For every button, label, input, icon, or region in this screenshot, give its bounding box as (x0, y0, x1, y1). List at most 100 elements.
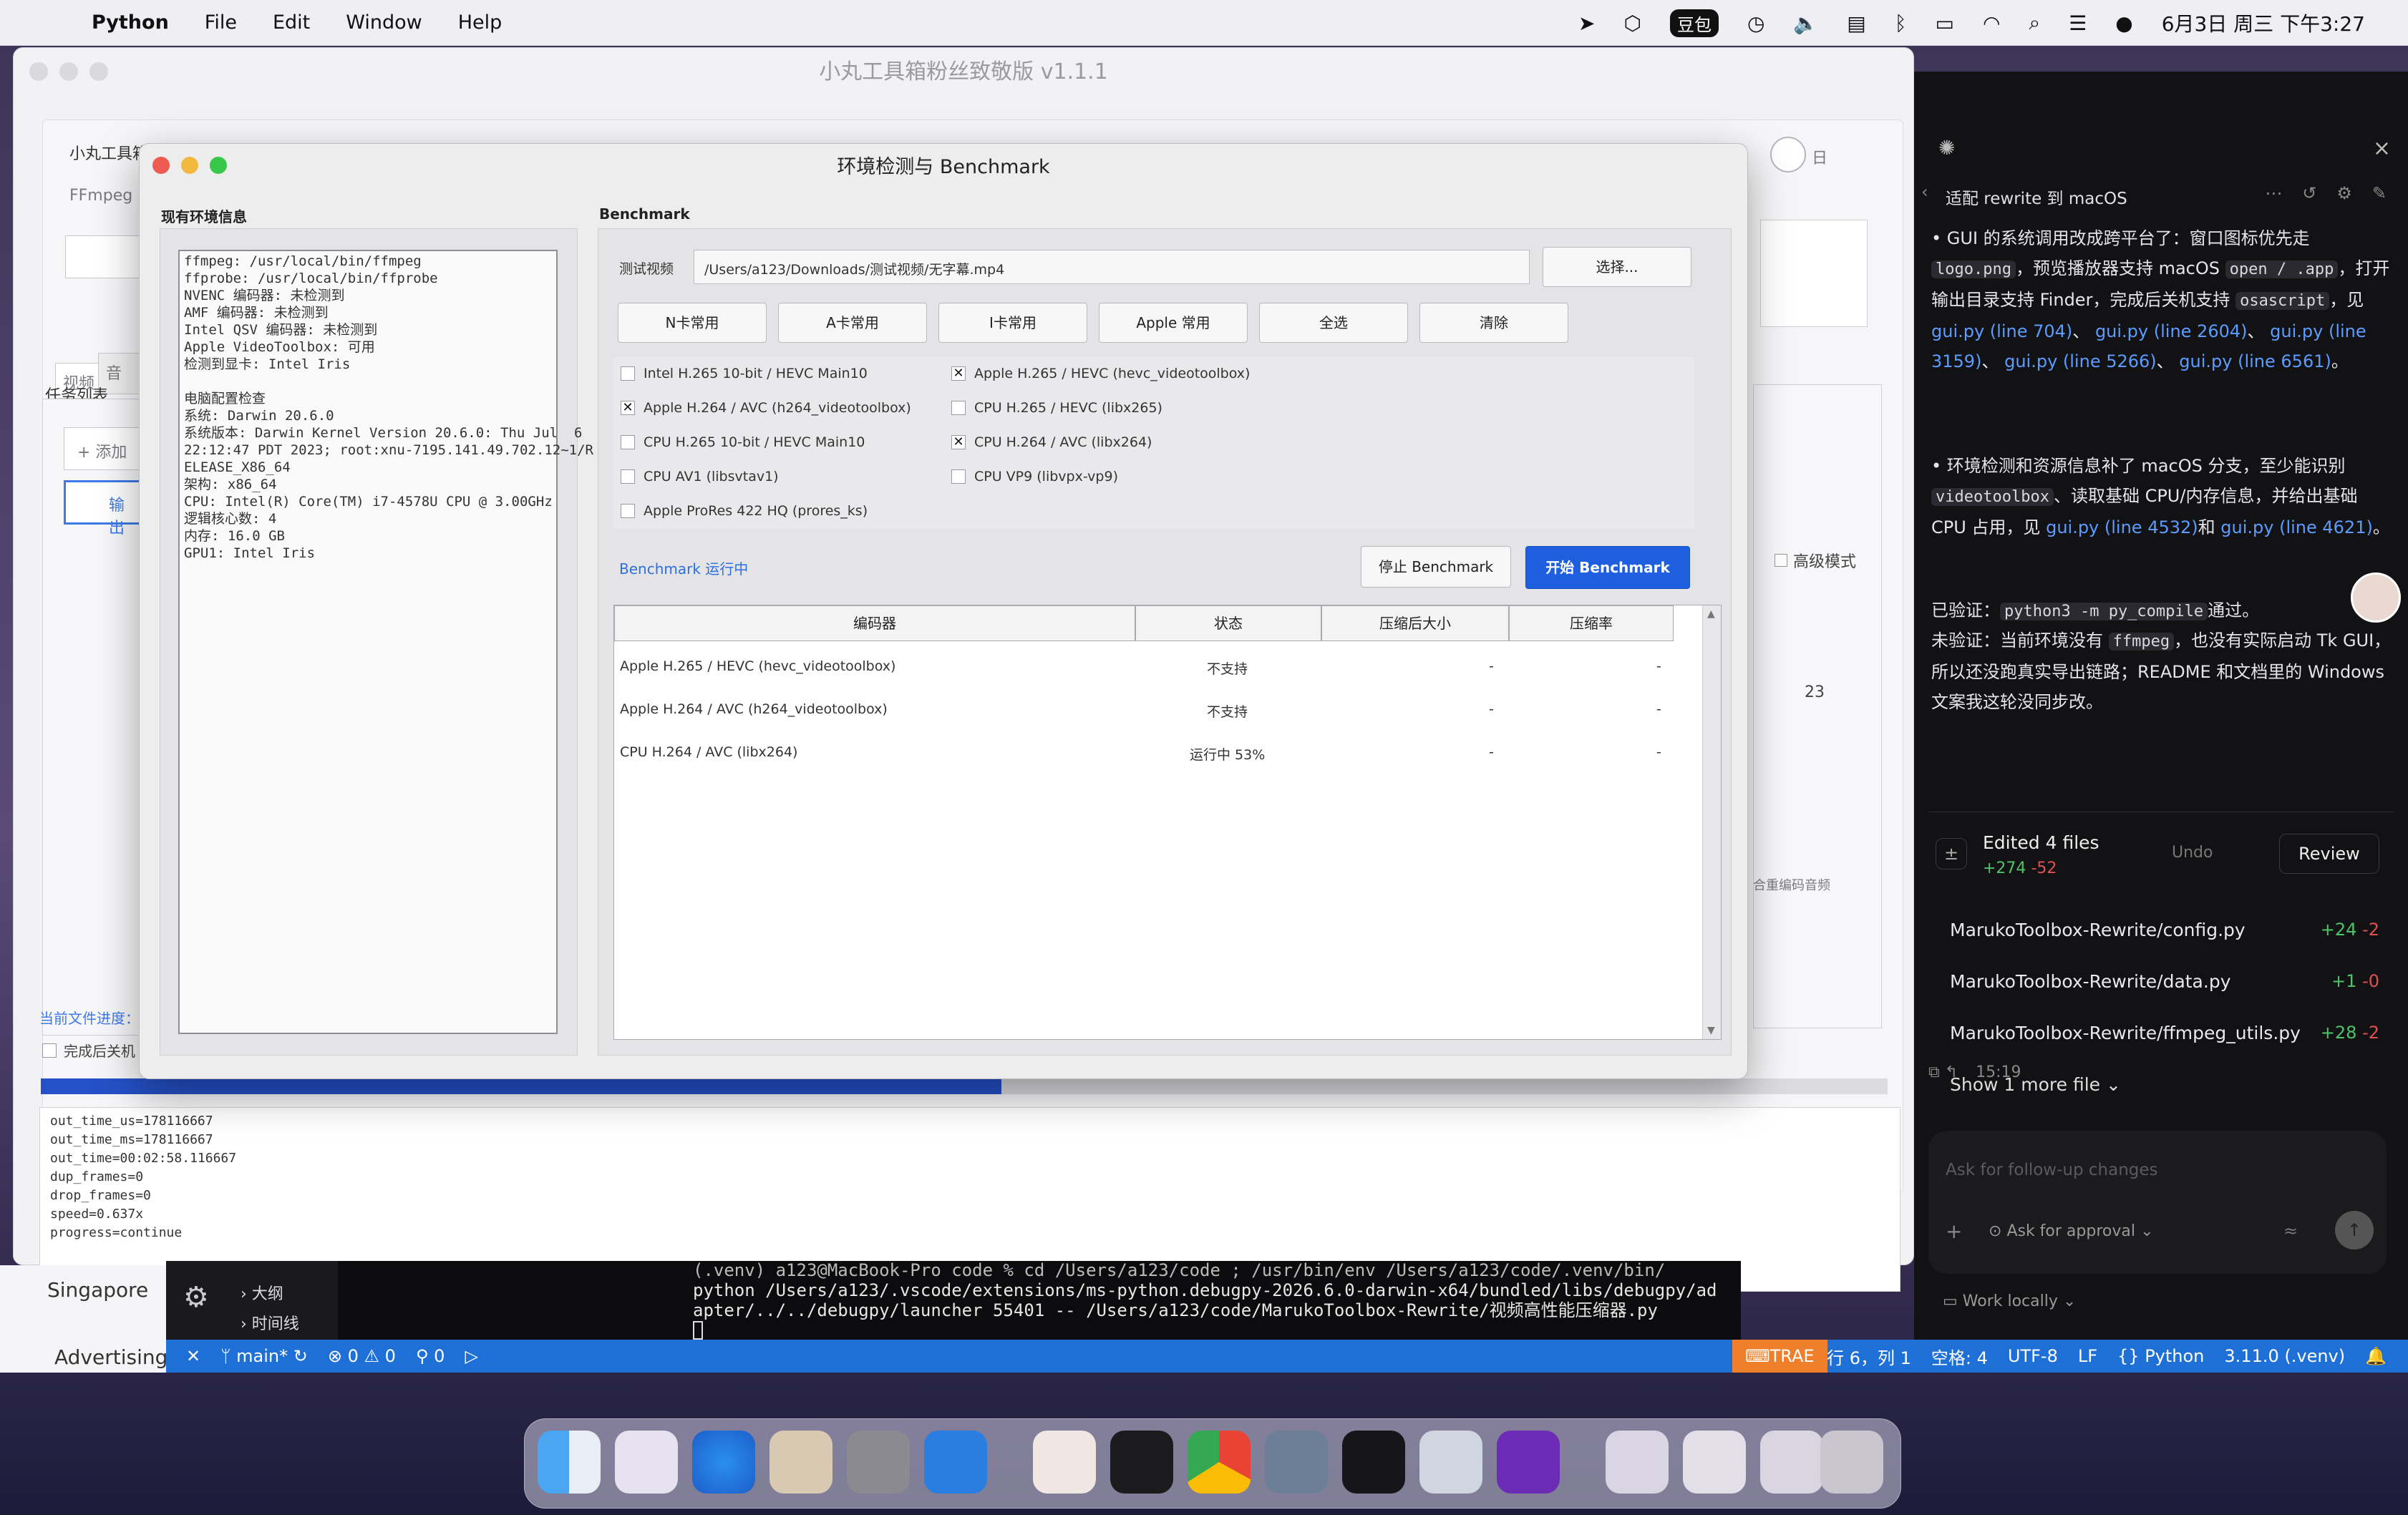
history-icon[interactable]: ↺ (2302, 183, 2316, 203)
run-icon[interactable]: ▷ (465, 1346, 477, 1366)
preset-intel-button[interactable]: I卡常用 (938, 303, 1087, 343)
file-item[interactable]: MarukoToolbox-Rewrite/ffmpeg_utils.py +28… (1950, 1023, 2379, 1043)
preset-apple-button[interactable]: Apple 常用 (1099, 303, 1248, 343)
stack-icon[interactable] (1760, 1431, 1823, 1494)
attach-icon[interactable]: + (1946, 1219, 1962, 1243)
search-icon[interactable]: ⌕ (2029, 11, 2040, 35)
terminal[interactable]: (.venv) a123@MacBook-Pro code % cd /User… (338, 1260, 1741, 1340)
checkbox-box[interactable]: ✕ (951, 366, 966, 381)
chrome-icon[interactable] (1188, 1431, 1251, 1494)
notifications-icon[interactable]: 🔔 (2365, 1346, 2387, 1366)
cursor-position[interactable]: 行 6，列 1 (1827, 1344, 1911, 1369)
volume-icon[interactable]: 🔈 (1793, 11, 1818, 35)
mic-icon[interactable]: ≈ (2283, 1221, 2298, 1241)
settings-icon[interactable]: ⚙ (2336, 183, 2352, 203)
remote-icon[interactable]: ✕ (186, 1346, 200, 1366)
ffmpeg-path-field[interactable] (65, 235, 151, 278)
preset-nvidia-button[interactable]: N卡常用 (618, 303, 767, 343)
encoder-checkbox-cpu-x265[interactable]: CPU H.265 / HEVC (libx265) (951, 400, 1162, 416)
assistant-icon[interactable] (1033, 1431, 1096, 1494)
encoder-checkbox-cpu-x264[interactable]: ✕ CPU H.264 / AVC (libx264) (951, 434, 1152, 450)
trae-badge[interactable]: ⌨ TRAE (1732, 1340, 1827, 1373)
file-item[interactable]: MarukoToolbox-Rewrite/data.py +1 -0 (1950, 971, 2379, 992)
checkbox-box[interactable] (951, 469, 966, 484)
select-all-button[interactable]: 全选 (1259, 303, 1408, 343)
safari-icon[interactable] (692, 1431, 755, 1494)
interpreter[interactable]: 3.11.0 (.venv) (2224, 1346, 2345, 1366)
scroll-down-icon[interactable]: ▼ (1707, 1025, 1715, 1036)
gear-icon[interactable]: ⚙ (183, 1281, 209, 1314)
clear-button[interactable]: 清除 (1419, 303, 1568, 343)
theme-toggle[interactable] (1770, 137, 1806, 172)
column-header-encoder[interactable]: 编码器 (614, 605, 1135, 641)
file-link[interactable]: gui.py (line 2604) (2095, 321, 2248, 341)
send-button[interactable]: ↑ (2335, 1211, 2374, 1249)
more-icon[interactable]: ⋯ (2265, 183, 2282, 203)
checkbox-box[interactable] (951, 401, 966, 415)
checkbox-box[interactable] (621, 469, 635, 484)
siri-icon[interactable]: ● (2115, 11, 2132, 35)
encoder-checkbox-apple-h264[interactable]: ✕ Apple H.264 / AVC (h264_videotoolbox) (621, 400, 911, 416)
menu-app-python[interactable]: Python (92, 11, 169, 34)
stop-benchmark-button[interactable]: 停止 Benchmark (1361, 546, 1511, 588)
table-row[interactable]: Apple H.265 / HEVC (hevc_videotoolbox) 不… (614, 650, 1674, 684)
menu-window[interactable]: Window (346, 11, 422, 34)
app-icon[interactable] (770, 1431, 832, 1494)
battery-icon[interactable]: ▭ (1936, 11, 1954, 35)
encoder-checkbox-cpu-av1[interactable]: CPU AV1 (libsvtav1) (621, 469, 779, 484)
system-settings-icon[interactable] (847, 1431, 910, 1494)
codex-icon[interactable] (1342, 1431, 1405, 1494)
column-header-ratio[interactable]: 压缩率 (1509, 605, 1674, 641)
wifi-icon[interactable]: ◠ (1983, 11, 2000, 35)
test-video-input[interactable]: /Users/a123/Downloads/测试视频/无字幕.mp4 (694, 250, 1530, 284)
file-link[interactable]: gui.py (line 6561) (2179, 351, 2331, 371)
avatar[interactable] (2351, 573, 2401, 623)
file-link[interactable]: gui.py (line 704) (1931, 321, 2072, 341)
column-header-size[interactable]: 压缩后大小 (1321, 605, 1509, 641)
quicktime-icon[interactable] (1265, 1431, 1328, 1494)
work-locally-dropdown[interactable]: ▭ Work locally ⌄ (1943, 1292, 2076, 1310)
menu-help[interactable]: Help (458, 11, 503, 34)
choose-file-button[interactable]: 选择... (1543, 247, 1691, 287)
advanced-mode-checkbox[interactable]: 高级模式 (1775, 549, 1856, 572)
menu-file[interactable]: File (205, 11, 237, 34)
language-mode[interactable]: {} Python (2117, 1346, 2204, 1366)
encoder-checkbox-apple-prores[interactable]: Apple ProRes 422 HQ (prores_ks) (621, 503, 868, 519)
trash-icon[interactable] (1820, 1431, 1883, 1494)
encoder-checkbox-intel-h265-10bit[interactable]: Intel H.265 10-bit / HEVC Main10 (621, 366, 868, 381)
control-center-icon[interactable]: ☰ (2069, 11, 2087, 35)
bluetooth-icon[interactable]: ᛒ (1895, 11, 1907, 35)
preset-amd-button[interactable]: A卡常用 (778, 303, 927, 343)
checkbox-box[interactable] (621, 366, 635, 381)
start-benchmark-button[interactable]: 开始 Benchmark (1525, 546, 1690, 589)
file-link[interactable]: gui.py (line 4532) (2046, 517, 2198, 537)
vscode-icon[interactable] (924, 1431, 987, 1494)
launchpad-icon[interactable] (615, 1431, 678, 1494)
downloads-icon[interactable] (1606, 1431, 1669, 1494)
table-row[interactable]: CPU H.264 / AVC (libx264) 运行中 53% - - (614, 736, 1674, 770)
add-button[interactable]: + 添加 (64, 427, 150, 470)
checkbox-box[interactable] (1775, 554, 1787, 567)
preview-icon[interactable] (1419, 1431, 1482, 1494)
send-icon[interactable]: ➤ (1578, 11, 1595, 35)
encoder-checkbox-cpu-h265-10bit[interactable]: CPU H.265 10-bit / HEVC Main10 (621, 434, 865, 450)
encoder-checkbox-cpu-vp9[interactable]: CPU VP9 (libvpx-vp9) (951, 469, 1118, 484)
menubar-clock[interactable]: 6月3日 周三 下午3:27 (2162, 9, 2365, 37)
stack-icon[interactable] (1683, 1431, 1746, 1494)
timeline-section[interactable]: › 时间线 (241, 1311, 299, 1334)
line-ending[interactable]: LF (2078, 1346, 2097, 1366)
checkbox-box[interactable]: ✕ (621, 401, 635, 415)
checkbox-box[interactable]: ✕ (951, 435, 966, 449)
finder-icon[interactable] (538, 1431, 601, 1494)
new-chat-icon[interactable]: ✎ (2372, 183, 2387, 203)
undo-button[interactable]: Undo (2172, 844, 2213, 862)
encoder-checkbox-apple-hevc[interactable]: ✕ Apple H.265 / HEVC (hevc_videotoolbox) (951, 366, 1250, 381)
file-link[interactable]: gui.py (line 5266) (2004, 351, 2157, 371)
column-header-status[interactable]: 状态 (1135, 605, 1321, 641)
checkbox-box[interactable] (621, 435, 635, 449)
review-button[interactable]: Review (2279, 834, 2379, 874)
branch-indicator[interactable]: ᛘ main* ↻ (220, 1346, 308, 1366)
table-scrollbar[interactable]: ▲ ▼ (1702, 605, 1721, 1039)
scroll-up-icon[interactable]: ▲ (1707, 608, 1715, 620)
indentation[interactable]: 空格: 4 (1931, 1344, 1988, 1369)
